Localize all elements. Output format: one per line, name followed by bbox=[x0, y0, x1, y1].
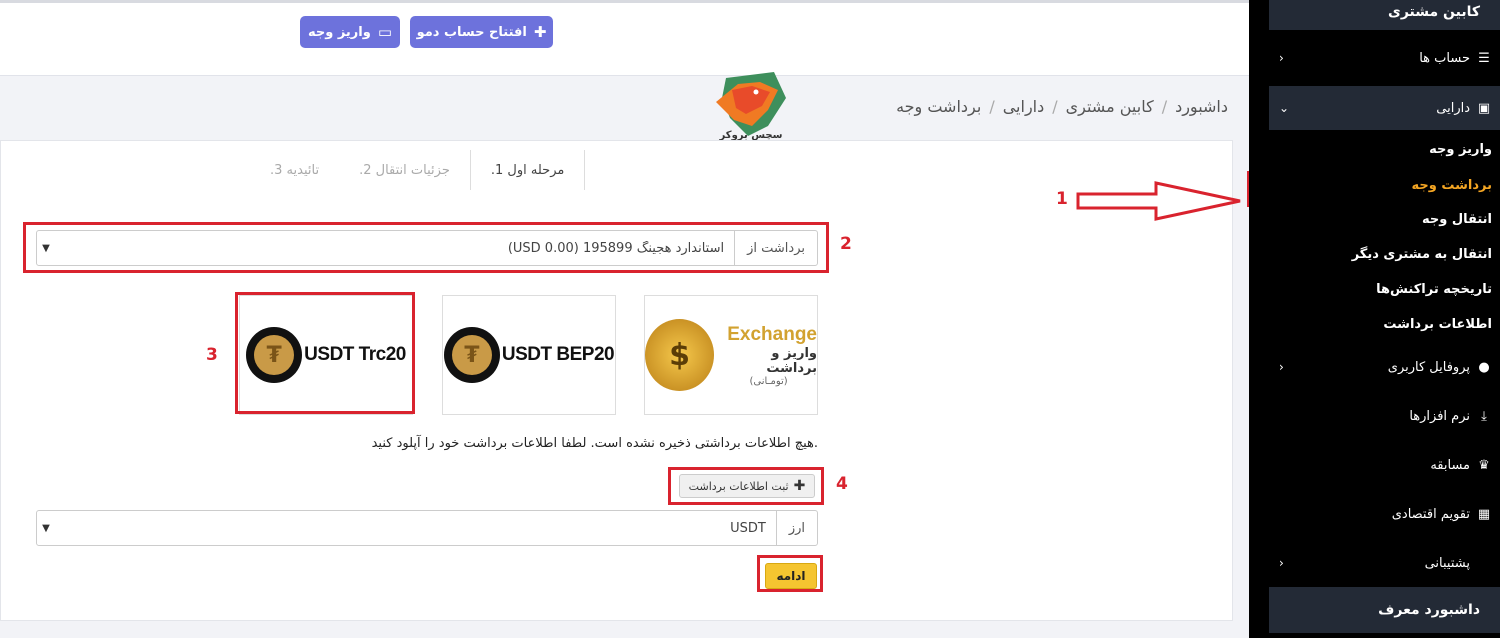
sidebar-item-profile[interactable]: ● پروفایل کاربری ‹ bbox=[1269, 347, 1500, 387]
method-exchange[interactable]: $ Exchange واریز و برداشت (تومـانی) bbox=[644, 295, 818, 415]
chevron-left-icon: ‹ bbox=[1279, 556, 1284, 570]
sidebar-accounts-label: حساب ها bbox=[1419, 50, 1470, 66]
sidebar-sub-withdraw-info[interactable]: اطلاعات برداشت bbox=[1383, 317, 1492, 332]
exchange-coin-icon: $ bbox=[645, 319, 715, 391]
annotation-number-2: 2 bbox=[840, 234, 852, 254]
step-transfer-details: جزئیات انتقال 2. bbox=[359, 162, 450, 178]
list-icon: ☰ bbox=[1478, 50, 1490, 66]
deposit-label: واریز وجه bbox=[307, 24, 371, 40]
sidebar-contest-label: مسابقه bbox=[1430, 457, 1470, 473]
sidebar-calendar-label: تقویم اقتصادی bbox=[1391, 506, 1470, 522]
sidebar-sub-history[interactable]: تاریخچه تراکنش‌ها bbox=[1376, 282, 1492, 297]
exchange-subtitle: واریز و برداشت bbox=[766, 345, 817, 376]
sidebar-sub-transfer-other[interactable]: انتقال به مشتری دیگر bbox=[1352, 247, 1492, 262]
breadcrumb-separator: / bbox=[1161, 97, 1168, 116]
sidebar-header-label: کابین مشتری bbox=[1387, 4, 1480, 20]
arrow-right-icon bbox=[1076, 181, 1241, 221]
sidebar-item-assets[interactable]: ▣ دارایی ⌄ bbox=[1269, 86, 1500, 130]
sidebar-sub-withdraw[interactable]: برداشت وجه bbox=[1411, 178, 1492, 193]
wizard-steps: مرحله اول 1. جزئیات انتقال 2. تائیدیه 3. bbox=[250, 150, 586, 190]
chevron-left-icon: ‹ bbox=[1279, 360, 1284, 374]
sidebar-sub-deposit[interactable]: واریز وجه bbox=[1429, 142, 1492, 157]
breadcrumb-dashboard[interactable]: داشبورد bbox=[1175, 97, 1228, 116]
usdt-bep20-label: USDT BEP20 bbox=[501, 344, 615, 365]
top-bar: ✚ افتتاح حساب دمو ▭ واریز وجه bbox=[0, 0, 1250, 76]
withdraw-card bbox=[0, 140, 1233, 621]
tether-icon: ₮ bbox=[443, 327, 500, 383]
currency-value: USDT bbox=[730, 520, 766, 536]
breadcrumb-assets[interactable]: دارایی bbox=[1003, 97, 1045, 116]
breadcrumb: داشبورد / کابین مشتری / دارایی / برداشت … bbox=[896, 97, 1228, 116]
sidebar-support-label: پشتیبانی bbox=[1424, 555, 1470, 571]
trophy-icon: ♛ bbox=[1478, 457, 1490, 473]
sidebar-header: کابین مشتری bbox=[1269, 0, 1500, 30]
no-withdraw-info-notice: .هیچ اطلاعات برداشتی ذخیره نشده است. لطف… bbox=[371, 436, 818, 451]
step-confirmation: تائیدیه 3. bbox=[270, 162, 320, 178]
sidebar-item-accounts[interactable]: ☰ حساب ها ‹ bbox=[1269, 38, 1500, 78]
user-icon: ● bbox=[1478, 359, 1490, 375]
method-usdt-bep20[interactable]: ₮ USDT BEP20 bbox=[442, 295, 616, 415]
annotation-box-5 bbox=[757, 555, 823, 592]
chevron-down-icon: ▼ bbox=[42, 522, 50, 534]
step-first[interactable]: مرحله اول 1. bbox=[469, 150, 586, 190]
chevron-left-icon: ‹ bbox=[1279, 51, 1284, 65]
annotation-number-3: 3 bbox=[206, 345, 218, 365]
sidebar-item-support[interactable]: پشتیبانی ‹ bbox=[1269, 543, 1500, 583]
annotation-number-4: 4 bbox=[836, 474, 848, 494]
app-root: ✚ افتتاح حساب دمو ▭ واریز وجه داشبورد / … bbox=[0, 0, 1500, 638]
top-edge bbox=[0, 0, 1250, 3]
exchange-toman: (تومـانی) bbox=[749, 375, 788, 387]
plus-icon: ✚ bbox=[533, 22, 547, 41]
deposit-button[interactable]: ▭ واریز وجه bbox=[300, 16, 400, 48]
annotation-box-4 bbox=[668, 467, 824, 505]
credit-card-icon: ▭ bbox=[377, 22, 393, 41]
download-icon: ⤓ bbox=[1481, 408, 1487, 424]
demo-account-label: افتتاح حساب دمو bbox=[416, 24, 527, 40]
sidebar-profile-label: پروفایل کاربری bbox=[1387, 359, 1470, 375]
exchange-title: Exchange bbox=[727, 323, 817, 345]
sidebar-item-calendar[interactable]: ▦ تقویم اقتصادی bbox=[1269, 494, 1500, 534]
annotation-box-2 bbox=[23, 222, 829, 273]
calendar-icon: ▦ bbox=[1477, 506, 1491, 522]
currency-label: ارز bbox=[775, 511, 817, 545]
sidebar-sub-transfer[interactable]: انتقال وجه bbox=[1422, 212, 1492, 227]
currency-select[interactable]: ارز USDT ▼ bbox=[36, 510, 818, 546]
sidebar-referrer-dashboard[interactable]: داشبورد معرف bbox=[1269, 587, 1500, 633]
sidebar-item-software[interactable]: ⤓ نرم افزارها bbox=[1269, 396, 1500, 436]
annotation-box-3 bbox=[235, 292, 415, 414]
breadcrumb-separator: / bbox=[989, 97, 995, 116]
annotation-number-1: 1 bbox=[1056, 189, 1068, 209]
sidebar: کابین مشتری ☰ حساب ها ‹ ▣ دارایی ⌄ واریز… bbox=[1249, 0, 1500, 638]
breadcrumb-separator: / bbox=[1052, 97, 1058, 116]
sidebar-referrer-label: داشبورد معرف bbox=[1378, 602, 1480, 618]
demo-account-button[interactable]: ✚ افتتاح حساب دمو bbox=[410, 16, 553, 48]
sidebar-item-contest[interactable]: ♛ مسابقه bbox=[1269, 445, 1500, 485]
breadcrumb-withdraw: برداشت وجه bbox=[896, 97, 982, 116]
sidebar-software-label: نرم افزارها bbox=[1409, 408, 1470, 424]
sidebar-assets-label: دارایی bbox=[1436, 100, 1470, 116]
breadcrumb-customer-cabin[interactable]: کابین مشتری bbox=[1066, 97, 1154, 116]
wallet-icon: ▣ bbox=[1477, 100, 1491, 116]
chevron-down-icon: ⌄ bbox=[1279, 101, 1290, 115]
